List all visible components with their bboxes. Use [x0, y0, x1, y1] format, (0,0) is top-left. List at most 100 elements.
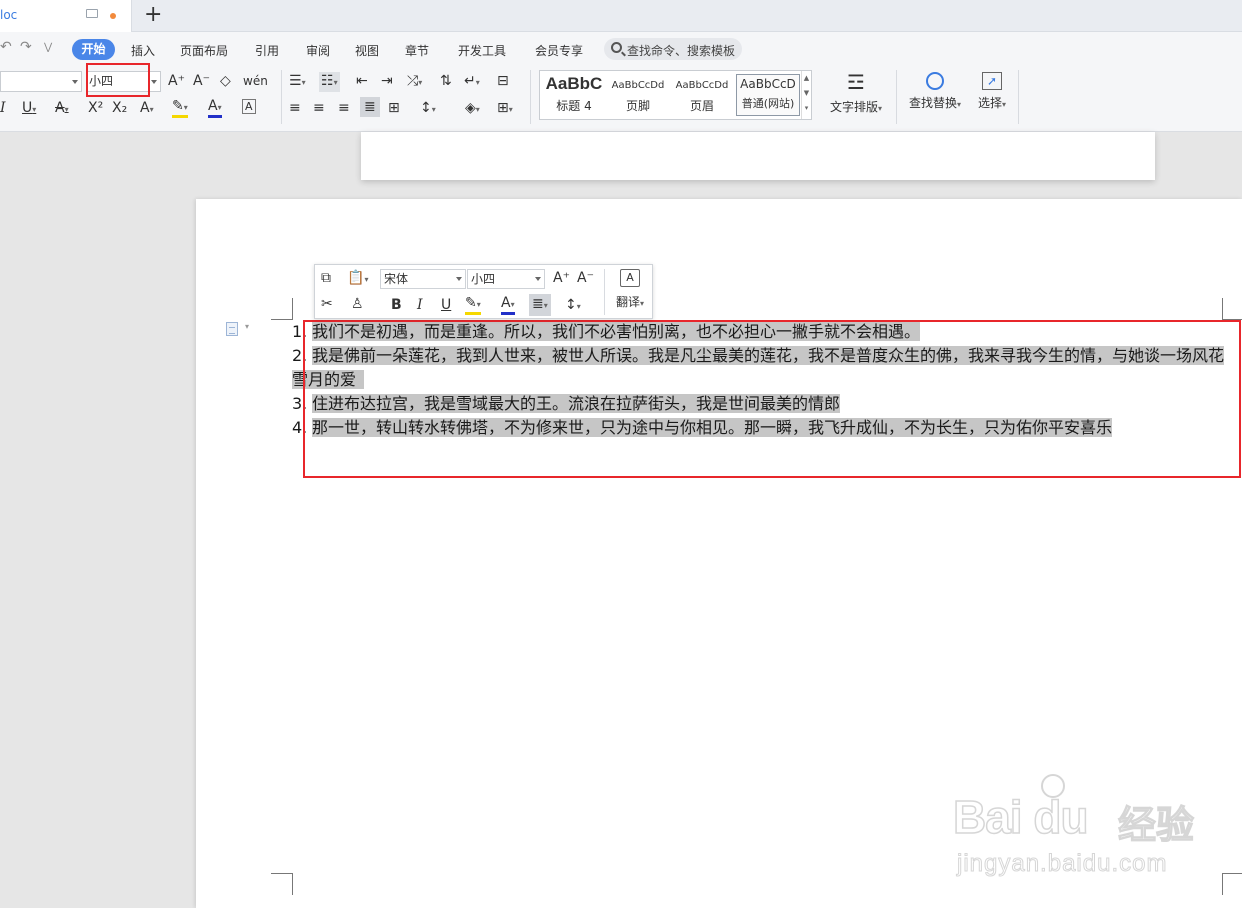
mini-font-color-glyph: A [501, 295, 511, 311]
mini-align-icon[interactable]: ≣▾ [529, 294, 551, 316]
subscript-icon[interactable]: X₂ [112, 99, 127, 117]
font-name-select[interactable] [0, 71, 82, 92]
shading-icon[interactable]: ◈▾ [465, 99, 480, 119]
divider [530, 70, 531, 124]
divider [1018, 70, 1019, 124]
chevron-down-icon[interactable]: ▾ [245, 322, 249, 331]
phonetic-guide-icon[interactable]: wén [243, 72, 268, 90]
tab-references[interactable]: 引用 [255, 42, 279, 59]
translate-label-text: 翻译 [615, 295, 640, 309]
margin-corner-mark [1222, 298, 1242, 320]
underline-icon[interactable]: U▾ [22, 99, 36, 119]
highlight-glyph: ✎ [172, 98, 184, 114]
tab-developer[interactable]: 开发工具 [458, 42, 506, 59]
justify-icon[interactable]: ≣ [360, 97, 380, 117]
style-normal-web[interactable]: AaBbCcD 普通(网站) [736, 74, 800, 116]
mini-bold-icon[interactable]: B [391, 296, 402, 314]
character-border-icon[interactable]: A [242, 99, 256, 114]
tab-home[interactable]: 开始 [72, 39, 115, 60]
format-painter-icon[interactable]: ♙ [351, 295, 364, 313]
shrink-font-icon[interactable]: A⁻ [193, 72, 210, 90]
baidu-jingyan-watermark: Bai du 经验 jingyan.baidu.com [952, 770, 1213, 885]
document-tab-name[interactable]: loc [0, 8, 17, 22]
find-replace-button[interactable]: 查找替换▾ [904, 70, 966, 111]
distributed-align-icon[interactable]: ⊞ [388, 99, 400, 117]
style-gallery-scroll[interactable]: ▲ ▼ ▾ [801, 71, 811, 119]
style-heading4[interactable]: AaBbC 标题 4 [542, 74, 606, 116]
tab-page-layout[interactable]: 页面布局 [180, 42, 228, 59]
chinese-layout-icon[interactable]: ⤮▾ [407, 72, 422, 92]
tab-review[interactable]: 审阅 [306, 42, 330, 59]
align-center-icon[interactable]: ≡ [313, 99, 325, 117]
menu-bar: ↶ ↷ ⋁ 开始 插入 页面布局 引用 审阅 视图 章节 开发工具 会员专享 查… [0, 32, 1242, 66]
italic-icon[interactable]: I [0, 99, 6, 117]
margin-corner-mark [271, 298, 293, 320]
text-effect-icon[interactable]: A▾ [140, 99, 154, 119]
mini-grow-font-icon[interactable]: A⁺ [553, 269, 570, 287]
style-normal-web-preview: AaBbCcD [740, 77, 796, 91]
document-tab[interactable]: loc [0, 0, 132, 32]
cut-icon[interactable]: ✂ [321, 295, 333, 313]
numbered-list-icon[interactable]: ☷▾ [319, 72, 340, 92]
margin-corner-mark [1222, 873, 1242, 895]
tab-chapter[interactable]: 章节 [405, 42, 429, 59]
line-spacing-icon[interactable]: ↕▾ [420, 99, 436, 119]
translate-label: 翻译▾ [615, 295, 645, 309]
mini-font-name-select[interactable]: 宋体 [380, 269, 466, 289]
new-tab-button[interactable]: + [144, 3, 162, 27]
paste-icon[interactable]: 📋▾ [347, 269, 368, 289]
text-layout-label-text: 文字排版 [829, 100, 878, 114]
mini-line-spacing-icon[interactable]: ↕▾ [565, 296, 581, 316]
tab-insert[interactable]: 插入 [131, 42, 155, 59]
strike-glyph: A [55, 100, 65, 116]
divider [281, 70, 282, 124]
font-size-annotation-box [86, 63, 150, 97]
customize-quick-access-icon[interactable]: ⋁ [44, 42, 52, 53]
find-replace-label-text: 查找替换 [908, 96, 957, 110]
borders-icon[interactable]: ⊞▾ [497, 99, 513, 119]
copy-icon[interactable]: ⧉ [321, 269, 331, 287]
decrease-indent-icon[interactable]: ⇤ [356, 72, 368, 90]
style-header[interactable]: AaBbCcDd 页眉 [670, 74, 734, 116]
font-color-glyph: A [208, 98, 218, 114]
mini-highlight-icon[interactable]: ✎▾ [465, 296, 481, 315]
strikethrough-icon[interactable]: A▾ [55, 99, 69, 119]
text-layout-label: 文字排版▾ [829, 100, 883, 114]
previous-page [361, 132, 1155, 180]
increase-indent-icon[interactable]: ⇥ [381, 72, 393, 90]
mini-shrink-font-icon[interactable]: A⁻ [577, 269, 594, 287]
command-search-placeholder[interactable]: 查找命令、搜索模板 [627, 42, 735, 59]
window-mode-icon[interactable] [86, 9, 98, 18]
tab-stops-icon[interactable]: ⊟ [497, 72, 509, 90]
paragraph-handle-icon[interactable] [226, 322, 238, 336]
highlight-color-icon[interactable]: ✎▾ [172, 99, 188, 118]
find-replace-label: 查找替换▾ [908, 96, 962, 110]
font-color-icon[interactable]: A▾ [208, 99, 222, 118]
superscript-icon[interactable]: X² [88, 99, 103, 117]
tab-membership[interactable]: 会员专享 [535, 42, 583, 59]
style-footer[interactable]: AaBbCcDd 页脚 [606, 74, 670, 116]
tab-view[interactable]: 视图 [355, 42, 379, 59]
command-search-box[interactable]: 查找命令、搜索模板 [604, 38, 742, 60]
chevron-down-icon [72, 80, 78, 84]
style-header-preview: AaBbCcDd [675, 80, 729, 91]
style-gallery: AaBbC 标题 4 AaBbCcDd 页脚 AaBbCcDd 页眉 AaBbC… [539, 70, 812, 120]
mini-font-size-select[interactable]: 小四 [467, 269, 545, 289]
mini-font-color-icon[interactable]: A▾ [501, 296, 515, 315]
bullet-list-icon[interactable]: ☰▾ [289, 72, 306, 92]
chevron-down-icon [456, 277, 462, 281]
show-marks-icon[interactable]: ↵▾ [464, 72, 480, 92]
mini-underline-icon[interactable]: U [441, 296, 451, 314]
undo-icon[interactable]: ↶ [0, 39, 12, 55]
align-left-icon[interactable]: ≡ [289, 99, 301, 117]
select-button[interactable]: ➚ 选择▾ [972, 70, 1012, 111]
text-layout-button[interactable]: ☲ 文字排版▾ [826, 70, 886, 115]
sort-icon[interactable]: ⇅ [440, 72, 452, 90]
watermark-url: jingyan.baidu.com [956, 850, 1168, 878]
redo-icon[interactable]: ↷ [20, 39, 32, 55]
translate-button[interactable]: A 翻译▾ [610, 269, 650, 310]
grow-font-icon[interactable]: A⁺ [168, 72, 185, 90]
clear-format-icon[interactable]: ◇ [220, 72, 231, 90]
align-right-icon[interactable]: ≡ [338, 99, 350, 117]
mini-italic-icon[interactable]: I [417, 296, 423, 314]
